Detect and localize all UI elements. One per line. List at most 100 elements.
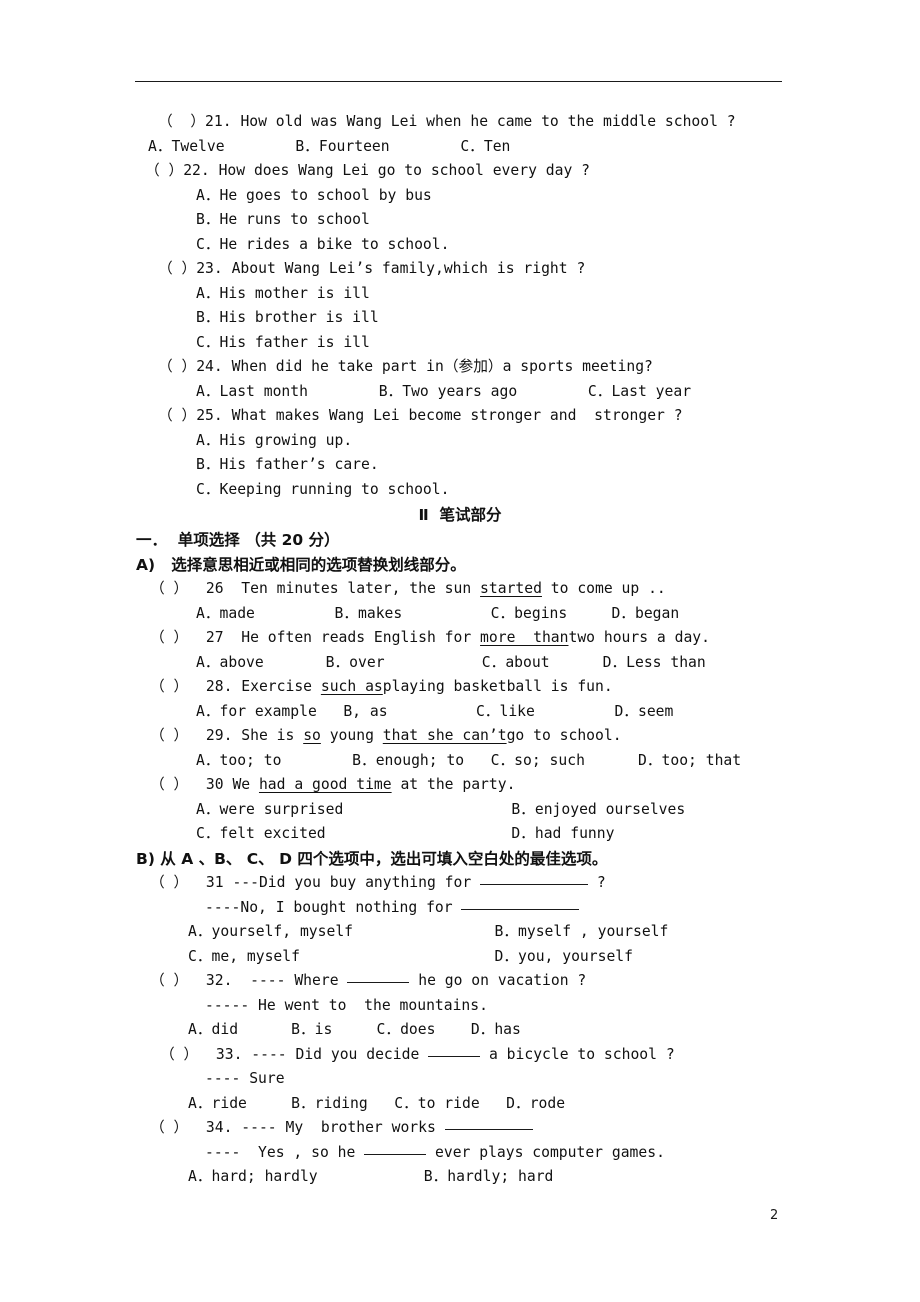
question-34-text-before: ---- My brother works: [241, 1119, 445, 1136]
question-30-text-after: at the party.: [391, 776, 516, 793]
question-31-number: 31: [205, 874, 224, 891]
question-32-blank: [347, 982, 410, 983]
question-34-reply-before: ---- Yes , so he: [205, 1143, 365, 1161]
question-30-underlined-phrase: had a good time: [258, 776, 392, 793]
question-34-line2: ---- Yes , so he ever plays computer gam…: [0, 1141, 920, 1166]
question-33-options: A．ride B．riding C．to ride D．rode: [188, 1094, 566, 1112]
question-25-option-a: A．His growing up.: [196, 431, 353, 449]
question-34-number: 34.: [205, 1119, 233, 1136]
question-28-options: A．for example B, as C．like D．seem: [196, 702, 674, 720]
question-27-marker: （ ）: [150, 629, 189, 646]
section-heading: Ⅱ 笔试部分: [418, 506, 502, 524]
question-32-line2: ----- He went to the mountains.: [205, 996, 488, 1014]
question-27-options: A．above B．over C．about D．Less than: [196, 653, 706, 671]
question-28-stem: （ ） 28. Exercise such asplaying basketba…: [0, 675, 920, 700]
question-27-number: 27: [205, 629, 224, 646]
question-21-stem: （ ）21. How old was Wang Lei when he came…: [0, 110, 920, 135]
question-24-text: When did he take part in（参加）a sports mee…: [231, 358, 653, 375]
question-34-marker: （ ）: [150, 1119, 189, 1136]
question-26-stem: （ ） 26 Ten minutes later, the sun starte…: [0, 577, 920, 602]
question-28-underlined-phrase: such as: [320, 678, 383, 695]
question-34-options: A．hard; hardly B．hardly; hard: [188, 1168, 554, 1185]
question-26-options: A．made B．makes C．begins D．began: [196, 604, 680, 622]
question-25-option-b: B．His father’s care.: [196, 456, 379, 473]
document-body: （ ）21. How old was Wang Lei when he came…: [0, 110, 920, 1190]
question-33-marker: （ ）: [160, 1045, 199, 1063]
question-31-reply-text: ----No, I bought nothing for: [205, 898, 462, 916]
question-34-line1: （ ） 34. ---- My brother works: [0, 1116, 920, 1141]
question-29-text-mid: young: [320, 727, 383, 744]
question-33-number: 33.: [215, 1045, 243, 1063]
question-30-text-before: We: [232, 776, 259, 793]
question-24-stem: （ ）24. When did he take part in（参加）a spo…: [0, 355, 920, 380]
question-32-text-before: ---- Where: [250, 972, 348, 989]
question-25-stem: （ ）25. What makes Wang Lei become strong…: [0, 404, 920, 429]
question-26-underlined-phrase: started: [480, 580, 542, 597]
question-28-text-after: playing basketball is fun.: [382, 678, 613, 695]
part-b-heading: B) 从 A 、B、 C、 D 四个选项中，选出可填入空白处的最佳选项。: [136, 849, 608, 868]
question-31-options-row1: A．yourself, myself B．myself , yourself: [188, 923, 669, 940]
question-23-option-a: A．His mother is ill: [196, 284, 370, 302]
question-22-option-b: B．He runs to school: [196, 211, 370, 228]
question-33-line1: （ ） 33. ---- Did you decide a bicycle to…: [0, 1043, 920, 1068]
question-21-marker: （ ）21.: [158, 113, 232, 130]
question-29-options: A．too; to B．enough; to C．so; such D．too;…: [196, 751, 742, 769]
question-26-text-after: to come up ..: [541, 580, 666, 597]
question-24-options: A．Last month B．Two years ago C．Last year: [196, 382, 692, 400]
question-31-options-row2: C．me, myself D．you, yourself: [188, 947, 633, 965]
question-24-marker: （ ）24.: [158, 358, 223, 375]
question-34-blank-1: [444, 1129, 533, 1130]
question-30-options-row2: C．felt excited D．had funny: [196, 825, 615, 842]
question-27-text-after: two hours a day.: [568, 629, 710, 646]
question-21-text: How old was Wang Lei when he came to the…: [240, 113, 736, 130]
question-23-option-b: B．His brother is ill: [196, 309, 379, 326]
question-34-reply-after: ever plays computer games.: [426, 1143, 665, 1161]
question-34-blank-2: [364, 1153, 427, 1155]
question-28-text-before: Exercise: [241, 678, 321, 695]
question-29-stem: （ ） 29. She is so young that she can’tgo…: [0, 724, 920, 749]
question-31-line2: ----No, I bought nothing for: [0, 896, 920, 921]
question-23-option-c: C．His father is ill: [196, 333, 370, 351]
question-28-number: 28.: [205, 678, 233, 695]
question-32-text-after: he go on vacation ?: [409, 972, 587, 989]
question-30-options-row1: A．were surprised B．enjoyed ourselves: [196, 800, 686, 818]
question-22-stem: （ ）22. How does Wang Lei go to school ev…: [0, 159, 920, 184]
part-a-heading: A) 选择意思相近或相同的选项替换划线部分。: [136, 555, 466, 574]
question-33-text-before: ---- Did you decide: [251, 1045, 429, 1063]
question-29-marker: （ ）: [150, 727, 189, 744]
question-30-stem: （ ） 30 We had a good time at the party.: [0, 773, 920, 798]
question-27-underlined-phrase: more than: [480, 629, 569, 646]
question-23-marker: （ ）23.: [158, 260, 223, 277]
question-31-text-after: ?: [588, 874, 606, 891]
question-32-number: 32.: [205, 972, 233, 989]
question-31-blank-1: [480, 884, 589, 885]
question-28-marker: （ ）: [150, 678, 189, 695]
question-22-option-c: C．He rides a bike to school.: [196, 235, 450, 253]
question-30-number: 30: [205, 776, 224, 793]
question-22-text: How does Wang Lei go to school every day…: [218, 162, 590, 179]
question-23-stem: （ ）23. About Wang Lei’s family,which is …: [0, 257, 920, 282]
question-33-blank: [428, 1055, 481, 1057]
page-number: 2: [770, 1208, 779, 1223]
question-33-line2: ---- Sure: [205, 1070, 285, 1087]
question-22-marker: （ ）22.: [145, 162, 210, 179]
part-one-heading: 一． 单项选择 （共 20 分）: [136, 531, 340, 549]
question-26-number: 26: [205, 580, 224, 597]
question-27-stem: （ ） 27 He often reads English for more t…: [0, 626, 920, 651]
question-29-text-before: She is: [241, 727, 304, 744]
question-29-underlined-phrase: so: [303, 727, 321, 744]
question-33-text-after: a bicycle to school ?: [480, 1045, 675, 1063]
question-31-blank-2: [461, 908, 580, 910]
question-32-options: A．did B．is C．does D．has: [188, 1021, 521, 1038]
question-29-underlined-phrase-2: that she can’t: [382, 727, 507, 744]
question-31-marker: （ ）: [150, 874, 189, 891]
question-32-marker: （ ）: [150, 972, 189, 989]
question-31-line1: （ ） 31 ---Did you buy anything for ?: [0, 871, 920, 896]
header-rule: [135, 81, 782, 82]
document-page: （ ）21. How old was Wang Lei when he came…: [0, 0, 920, 1302]
question-23-text: About Wang Lei’s family,which is right ?: [231, 260, 586, 277]
question-32-line1: （ ） 32. ---- Where he go on vacation ?: [0, 969, 920, 994]
question-27-text-before: He often reads English for: [241, 629, 481, 646]
question-25-option-c: C．Keeping running to school.: [196, 480, 450, 498]
question-21-options: A．Twelve B．Fourteen C．Ten: [148, 137, 511, 155]
